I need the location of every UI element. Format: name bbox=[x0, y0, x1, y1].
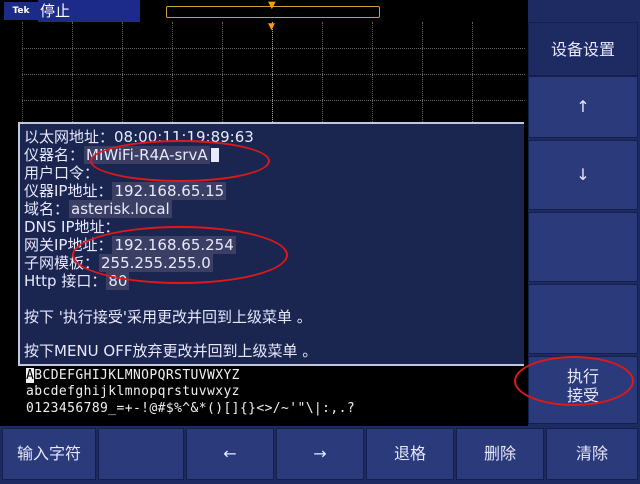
trigger-marker-icon: ▼ bbox=[268, 22, 275, 32]
gateway-ip-row[interactable]: 网关IP地址： 192.168.65.254 bbox=[24, 236, 236, 254]
uppercase-letters[interactable]: BCDEFGHIJKLMNOPQRSTUVWXYZ bbox=[34, 368, 240, 383]
instrument-ip-row[interactable]: 仪器IP地址： 192.168.65.15 bbox=[24, 182, 227, 200]
grid-line bbox=[22, 74, 525, 75]
text-cursor bbox=[210, 148, 219, 162]
user-password-label[interactable]: 用户口令： bbox=[24, 164, 99, 182]
clear-button[interactable]: 清除 bbox=[546, 428, 638, 480]
grid-line bbox=[172, 22, 173, 124]
instrument-name-row[interactable]: 仪器名： MIWiFi-R4A-srvA bbox=[24, 146, 219, 164]
softkey-empty[interactable] bbox=[98, 428, 184, 480]
gateway-ip-field[interactable]: 192.168.65.254 bbox=[112, 236, 236, 254]
domain-row[interactable]: 域名： asterisk.local bbox=[24, 200, 172, 218]
hint-menu-off: 按下MENU OFF放弃更改并回到上级菜单 。 bbox=[24, 342, 318, 360]
scroll-down-button[interactable]: ↓ bbox=[528, 140, 638, 210]
brand-logo: Tek bbox=[4, 2, 38, 20]
acquisition-status: 停止 bbox=[38, 0, 140, 22]
http-port-label: Http 接口： bbox=[24, 272, 107, 290]
grid-line bbox=[422, 22, 423, 124]
ethernet-address-row: 以太网地址：08:00:11:19:89:63 bbox=[24, 128, 254, 146]
instrument-name-label: 仪器名： bbox=[24, 146, 85, 164]
cursor-left-button[interactable]: ← bbox=[186, 428, 274, 480]
trigger-position-icon: ▼ bbox=[268, 0, 276, 11]
subnet-mask-row[interactable]: 子网模板： 255.255.255.0 bbox=[24, 254, 213, 272]
ethernet-address-value: 08:00:11:19:89:63 bbox=[114, 128, 254, 146]
ethernet-address-label: 以太网地址： bbox=[24, 128, 115, 146]
softkey-empty[interactable] bbox=[528, 212, 638, 282]
execute-accept-button[interactable]: 执行 接受 bbox=[528, 356, 638, 424]
backspace-button[interactable]: 退格 bbox=[366, 428, 454, 480]
grid-line bbox=[22, 48, 525, 49]
menu-title: 设备设置 bbox=[528, 22, 638, 76]
instrument-ip-field[interactable]: 192.168.65.15 bbox=[112, 182, 227, 200]
http-port-field[interactable]: 80 bbox=[106, 272, 130, 290]
waveform-graticule bbox=[22, 22, 526, 124]
instrument-name-field[interactable]: MIWiFi-R4A-srvA bbox=[84, 146, 210, 164]
grid-line bbox=[72, 22, 73, 124]
enter-character-button[interactable]: 输入字符 bbox=[2, 428, 96, 480]
grid-line bbox=[22, 100, 525, 101]
domain-label: 域名： bbox=[24, 200, 70, 218]
cursor-right-button[interactable]: → bbox=[276, 428, 364, 480]
http-port-row[interactable]: Http 接口： 80 bbox=[24, 272, 130, 290]
hint-accept: 按下 '执行接受'采用更改并回到上级菜单 。 bbox=[24, 308, 312, 326]
dns-ip-label[interactable]: DNS IP地址： bbox=[24, 218, 120, 236]
charset-uppercase-row[interactable]: ABCDEFGHIJKLMNOPQRSTUVWXYZ bbox=[26, 368, 240, 383]
domain-field[interactable]: asterisk.local bbox=[69, 200, 172, 218]
instrument-ip-label: 仪器IP地址： bbox=[24, 182, 113, 200]
grid-line bbox=[322, 22, 323, 124]
subnet-mask-field[interactable]: 255.255.255.0 bbox=[99, 254, 213, 272]
charset-symbols-row[interactable]: 0123456789_=+-!@#$%^&*()[]{}<>/~'"\|:,.? bbox=[26, 401, 355, 416]
grid-center-line bbox=[272, 22, 273, 124]
charset-lowercase-row[interactable]: abcdefghijklmnopqrstuvwxyz bbox=[26, 384, 240, 399]
subnet-mask-label: 子网模板： bbox=[24, 254, 100, 272]
selected-character[interactable]: A bbox=[26, 368, 35, 383]
softkey-empty[interactable] bbox=[528, 284, 638, 354]
grid-line bbox=[372, 22, 373, 124]
grid-line bbox=[222, 22, 223, 124]
gateway-ip-label: 网关IP地址： bbox=[24, 236, 113, 254]
grid-line bbox=[122, 22, 123, 124]
delete-button[interactable]: 删除 bbox=[456, 428, 544, 480]
scroll-up-button[interactable]: ↑ bbox=[528, 76, 638, 138]
grid-line bbox=[472, 22, 473, 124]
